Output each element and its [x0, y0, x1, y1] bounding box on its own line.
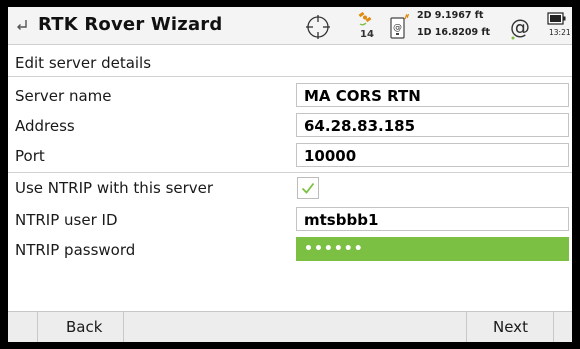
- ntrip-password-label: NTRIP password: [15, 241, 136, 259]
- internet-connection-icon[interactable]: @: [508, 15, 534, 41]
- port-value: 10000: [304, 147, 357, 165]
- screen: RTK Rover Wizard 14 @ 2D 9.1967 ft 1D 16…: [8, 7, 572, 342]
- server-name-value: MA CORS RTN: [304, 87, 421, 105]
- use-ntrip-checkbox[interactable]: [297, 177, 319, 199]
- ntrip-divider: [8, 172, 572, 173]
- server-name-field[interactable]: MA CORS RTN: [296, 83, 569, 107]
- next-button-label: Next: [493, 318, 528, 336]
- port-label: Port: [15, 147, 45, 165]
- satellite-icon[interactable]: [357, 10, 377, 28]
- next-button[interactable]: Next: [466, 312, 554, 342]
- crosshair-position-icon[interactable]: [305, 14, 331, 40]
- ntrip-user-label: NTRIP user ID: [15, 211, 118, 229]
- precision-2d: 2D 9.1967 ft: [417, 10, 484, 21]
- section-title: Edit server details: [15, 54, 152, 72]
- radio-device-icon[interactable]: @: [389, 14, 409, 40]
- address-label: Address: [15, 117, 75, 135]
- bottom-button-bar: Back Next: [8, 311, 572, 342]
- svg-text:@: @: [393, 23, 402, 33]
- precision-1d: 1D 16.8209 ft: [417, 27, 491, 38]
- clock-time: 13:21: [549, 28, 571, 37]
- checkmark-icon: [301, 182, 315, 194]
- port-field[interactable]: 10000: [296, 143, 569, 167]
- section-divider: [8, 76, 572, 77]
- ntrip-password-value: ••••••: [304, 241, 364, 257]
- back-arrow-icon[interactable]: [14, 17, 30, 33]
- address-field[interactable]: 64.28.83.185: [296, 113, 569, 137]
- ntrip-password-field[interactable]: ••••••: [296, 237, 569, 261]
- back-button-label: Back: [66, 318, 103, 336]
- satellite-count: 14: [360, 29, 374, 40]
- battery-icon[interactable]: [547, 12, 567, 26]
- svg-text:@: @: [510, 15, 530, 39]
- server-name-label: Server name: [15, 87, 112, 105]
- address-value: 64.28.83.185: [304, 117, 416, 135]
- title-bar: RTK Rover Wizard 14 @ 2D 9.1967 ft 1D 16…: [8, 7, 572, 45]
- page-title: RTK Rover Wizard: [38, 14, 223, 35]
- back-button[interactable]: Back: [37, 312, 124, 342]
- use-ntrip-label: Use NTRIP with this server: [15, 179, 214, 197]
- ntrip-user-value: mtsbbb1: [304, 211, 379, 229]
- ntrip-user-field[interactable]: mtsbbb1: [296, 207, 569, 231]
